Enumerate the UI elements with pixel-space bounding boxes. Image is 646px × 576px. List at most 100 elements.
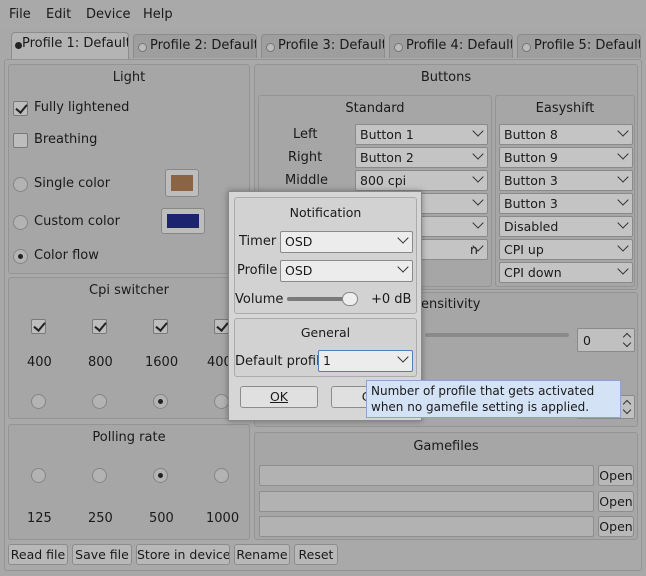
- select-value: Disabled: [504, 219, 559, 234]
- custom-color-radio[interactable]: [13, 215, 28, 230]
- sensitivity-title: ensitivity: [421, 297, 481, 312]
- timer-label: Timer: [239, 234, 277, 249]
- tab-radio-icon: [522, 43, 531, 52]
- sensitivity-spinbox-1[interactable]: 0: [577, 328, 635, 352]
- select-value: Button 2: [360, 150, 414, 165]
- easyshift-3-select[interactable]: Button 3: [499, 170, 633, 191]
- cpi-2-radio[interactable]: [92, 394, 107, 409]
- cpi-1-value: 400: [27, 355, 52, 370]
- single-color-swatch: [171, 175, 193, 191]
- general-title: General: [300, 325, 351, 340]
- standard-title: Standard: [345, 101, 405, 116]
- easyshift-title: Easyshift: [535, 101, 595, 116]
- easyshift-1-select[interactable]: Button 8: [499, 124, 633, 145]
- polling-125-label: 125: [27, 511, 52, 526]
- reset-button[interactable]: Reset: [294, 544, 338, 565]
- chevron-down-icon: [617, 194, 629, 206]
- polling-1000-label: 1000: [206, 511, 240, 526]
- menu-device[interactable]: Device: [86, 7, 130, 22]
- select-value: 800 cpi: [360, 173, 407, 188]
- light-panel: Light Fully lightened Breathing Single c…: [8, 64, 250, 274]
- store-in-device-button[interactable]: Store in device: [136, 544, 230, 565]
- chevron-down-icon: [472, 217, 484, 229]
- save-file-button[interactable]: Save file: [72, 544, 132, 565]
- easyshift-4-select[interactable]: Button 3: [499, 193, 633, 214]
- easyshift-5-select[interactable]: Disabled: [499, 216, 633, 237]
- tab-label: Profile 3: Default: [278, 38, 385, 53]
- cpi-switcher-panel: Cpi switcher 400 800 1600 400: [8, 277, 250, 419]
- select-value: OSD: [285, 263, 313, 278]
- single-color-label: Single color: [34, 176, 111, 191]
- chevron-down-icon: [397, 351, 409, 363]
- select-value: CPI up: [504, 242, 544, 257]
- tab-radio-icon: [138, 43, 147, 52]
- fully-lightened-checkbox[interactable]: [13, 101, 28, 116]
- tab-profile-1[interactable]: Profile 1: Default: [11, 32, 129, 59]
- cpi-2-checkbox[interactable]: [92, 319, 107, 334]
- tab-profile-2[interactable]: Profile 2: Default: [133, 34, 257, 58]
- menu-edit[interactable]: Edit: [46, 7, 71, 22]
- menu-help[interactable]: Help: [143, 7, 173, 22]
- custom-color-button[interactable]: [161, 208, 205, 234]
- gamefile-3-open-button[interactable]: Open: [598, 516, 634, 537]
- tab-profile-4[interactable]: Profile 4: Default: [389, 34, 513, 58]
- menu-bar: File Edit Device Help: [0, 0, 646, 30]
- select-value: OSD: [285, 234, 313, 249]
- chevron-down-icon: [397, 232, 409, 244]
- default-profile-label: Default profile: [235, 354, 328, 369]
- cpi-3-checkbox[interactable]: [153, 319, 168, 334]
- cpi-3-radio[interactable]: [153, 394, 168, 409]
- custom-color-label: Custom color: [34, 214, 120, 229]
- tab-label: Profile 1: Default: [22, 36, 129, 51]
- ok-button[interactable]: OK: [240, 386, 318, 408]
- easyshift-2-select[interactable]: Button 9: [499, 147, 633, 168]
- timer-select[interactable]: OSD: [280, 231, 413, 253]
- polling-125-radio[interactable]: [31, 468, 46, 483]
- polling-500-label: 500: [149, 511, 174, 526]
- right-row-label: Right: [288, 150, 323, 165]
- polling-250-radio[interactable]: [92, 468, 107, 483]
- custom-color-swatch: [167, 214, 199, 228]
- single-color-button[interactable]: [165, 169, 199, 197]
- menu-file[interactable]: File: [9, 7, 31, 22]
- rename-button[interactable]: Rename: [234, 544, 290, 565]
- sensitivity-slider[interactable]: [425, 333, 569, 337]
- select-value: 1: [323, 353, 331, 368]
- volume-slider-fill: [287, 297, 350, 301]
- chevron-down-icon: [472, 194, 484, 206]
- tab-profile-5[interactable]: Profile 5: Default: [517, 34, 641, 58]
- breathing-checkbox[interactable]: [13, 133, 28, 148]
- standard-middle-select[interactable]: 800 cpi: [355, 170, 488, 191]
- gamefile-1-field[interactable]: [259, 465, 594, 486]
- profile-select[interactable]: OSD: [280, 260, 413, 282]
- gamefiles-panel: Gamefiles Open Open Open: [254, 432, 638, 540]
- easyshift-6-select[interactable]: CPI up: [499, 239, 633, 260]
- cpi-4-checkbox[interactable]: [214, 319, 229, 334]
- select-value: Button 9: [504, 150, 558, 165]
- color-flow-radio[interactable]: [13, 249, 28, 264]
- polling-500-radio[interactable]: [153, 468, 168, 483]
- tab-profile-3[interactable]: Profile 3: Default: [261, 34, 385, 58]
- single-color-radio[interactable]: [13, 177, 28, 192]
- gamefile-2-open-button[interactable]: Open: [598, 491, 634, 512]
- polling-rate-panel: Polling rate 125 250 500 1000: [8, 424, 250, 540]
- cpi-1-radio[interactable]: [31, 394, 46, 409]
- easyshift-7-select[interactable]: CPI down: [499, 262, 633, 283]
- default-profile-select[interactable]: 1: [318, 350, 413, 372]
- chevron-down-icon: [617, 148, 629, 160]
- read-file-button[interactable]: Read file: [8, 544, 68, 565]
- standard-right-select[interactable]: Button 2: [355, 147, 488, 168]
- volume-slider-handle[interactable]: [342, 292, 358, 306]
- gamefile-3-field[interactable]: [259, 516, 594, 537]
- polling-1000-radio[interactable]: [214, 468, 229, 483]
- chevron-down-icon: [617, 171, 629, 183]
- chevron-down-icon: [472, 171, 484, 183]
- standard-left-select[interactable]: Button 1: [355, 124, 488, 145]
- tab-radio-icon: [394, 43, 403, 52]
- polling-rate-title: Polling rate: [92, 430, 166, 445]
- cpi-1-checkbox[interactable]: [31, 319, 46, 334]
- cpi-4-radio[interactable]: [214, 394, 229, 409]
- gamefile-1-open-button[interactable]: Open: [598, 465, 634, 486]
- chevron-down-icon: [617, 217, 629, 229]
- gamefile-2-field[interactable]: [259, 491, 594, 512]
